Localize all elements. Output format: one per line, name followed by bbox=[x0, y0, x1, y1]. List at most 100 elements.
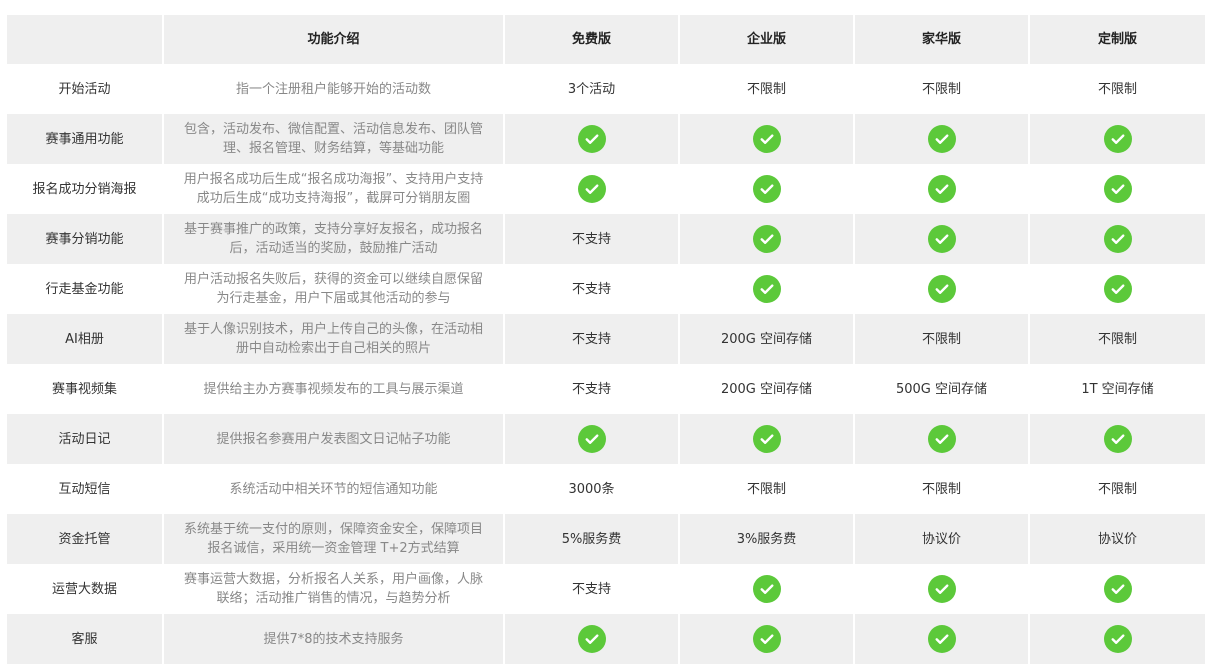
feature-name: 赛事视频集 bbox=[7, 364, 164, 414]
check-icon bbox=[927, 175, 956, 203]
check-icon bbox=[1103, 175, 1132, 203]
feature-name: 活动日记 bbox=[7, 414, 164, 464]
plan-value-cell: 5%服务费 bbox=[505, 514, 680, 564]
plan-included-cell bbox=[1030, 114, 1205, 164]
plan-included-cell bbox=[680, 414, 855, 464]
plan-value-cell: 不限制 bbox=[855, 464, 1030, 514]
check-icon bbox=[1103, 425, 1132, 453]
feature-description: 系统基于统一支付的原则，保障资金安全，保障项目报名诚信，采用统一资金管理 T+2… bbox=[164, 514, 505, 564]
plan-included-cell bbox=[1030, 564, 1205, 614]
plan-included-cell bbox=[680, 264, 855, 314]
plan-value-cell: 1T 空间存储 bbox=[1030, 364, 1205, 414]
feature-description: 赛事运营大数据，分析报名人关系，用户画像，人脉联络；活动推广销售的情况，与趋势分… bbox=[164, 564, 505, 614]
feature-name: 客服 bbox=[7, 614, 164, 664]
feature-name: 赛事通用功能 bbox=[7, 114, 164, 164]
check-icon bbox=[927, 225, 956, 253]
check-icon bbox=[752, 625, 781, 653]
plan-included-cell bbox=[680, 114, 855, 164]
feature-name: 运营大数据 bbox=[7, 564, 164, 614]
plan-included-cell bbox=[680, 564, 855, 614]
plan-included-cell bbox=[505, 114, 680, 164]
plan-value-cell: 不支持 bbox=[505, 564, 680, 614]
header-cell-custom: 定制版 bbox=[1030, 15, 1205, 64]
check-icon bbox=[927, 125, 956, 153]
check-icon bbox=[577, 625, 606, 653]
check-icon bbox=[927, 575, 956, 603]
feature-description: 用户报名成功后生成“报名成功海报”、支持用户支持成功后生成“成功支持海报”，截屏… bbox=[164, 164, 505, 214]
plan-value-cell: 不支持 bbox=[505, 364, 680, 414]
table-grid: 功能介绍 免费版 企业版 家华版 定制版 开始活动 指一个注册租户能够开始的活动数… bbox=[7, 15, 1205, 664]
feature-description: 系统活动中相关环节的短信通知功能 bbox=[164, 464, 505, 514]
plan-value-cell: 协议价 bbox=[1030, 514, 1205, 564]
plan-included-cell bbox=[1030, 414, 1205, 464]
feature-name: 开始活动 bbox=[7, 64, 164, 114]
plan-value-cell: 200G 空间存储 bbox=[680, 364, 855, 414]
plan-included-cell bbox=[1030, 614, 1205, 664]
header-cell-deluxe: 家华版 bbox=[855, 15, 1030, 64]
check-icon bbox=[1103, 625, 1132, 653]
feature-description: 包含，活动发布、微信配置、活动信息发布、团队管理、报名管理、财务结算，等基础功能 bbox=[164, 114, 505, 164]
plan-value-cell: 不限制 bbox=[855, 64, 1030, 114]
check-icon bbox=[927, 625, 956, 653]
feature-name: AI相册 bbox=[7, 314, 164, 364]
plan-value-cell: 不限制 bbox=[1030, 64, 1205, 114]
plan-included-cell bbox=[855, 564, 1030, 614]
feature-name: 行走基金功能 bbox=[7, 264, 164, 314]
plan-value-cell: 200G 空间存储 bbox=[680, 314, 855, 364]
check-icon bbox=[752, 125, 781, 153]
plan-value-cell: 不限制 bbox=[855, 314, 1030, 364]
plan-value-cell: 500G 空间存储 bbox=[855, 364, 1030, 414]
plan-included-cell bbox=[680, 614, 855, 664]
plan-included-cell bbox=[505, 164, 680, 214]
plan-value-cell: 不支持 bbox=[505, 264, 680, 314]
plan-included-cell bbox=[855, 614, 1030, 664]
check-icon bbox=[1103, 125, 1132, 153]
feature-description: 用户活动报名失败后，获得的资金可以继续自愿保留为行走基金，用户下届或其他活动的参… bbox=[164, 264, 505, 314]
plan-value-cell: 不支持 bbox=[505, 214, 680, 264]
header-cell-enterprise: 企业版 bbox=[680, 15, 855, 64]
feature-name: 互动短信 bbox=[7, 464, 164, 514]
plan-included-cell bbox=[855, 114, 1030, 164]
plan-included-cell bbox=[680, 214, 855, 264]
plan-included-cell bbox=[855, 414, 1030, 464]
check-icon bbox=[577, 175, 606, 203]
plan-value-cell: 不限制 bbox=[680, 64, 855, 114]
check-icon bbox=[752, 175, 781, 203]
plan-included-cell bbox=[855, 264, 1030, 314]
feature-description: 指一个注册租户能够开始的活动数 bbox=[164, 64, 505, 114]
plan-included-cell bbox=[505, 614, 680, 664]
plan-value-cell: 协议价 bbox=[855, 514, 1030, 564]
pricing-comparison-table: 功能介绍 免费版 企业版 家华版 定制版 开始活动 指一个注册租户能够开始的活动数… bbox=[7, 15, 1205, 664]
check-icon bbox=[927, 425, 956, 453]
check-icon bbox=[1103, 225, 1132, 253]
check-icon bbox=[752, 575, 781, 603]
plan-included-cell bbox=[680, 164, 855, 214]
plan-included-cell bbox=[855, 214, 1030, 264]
header-cell-blank bbox=[7, 15, 164, 64]
plan-value-cell: 3%服务费 bbox=[680, 514, 855, 564]
plan-value-cell: 不限制 bbox=[1030, 464, 1205, 514]
check-icon bbox=[927, 275, 956, 303]
feature-description: 提供7*8的技术支持服务 bbox=[164, 614, 505, 664]
check-icon bbox=[1103, 275, 1132, 303]
feature-name: 资金托管 bbox=[7, 514, 164, 564]
feature-description: 提供给主办方赛事视频发布的工具与展示渠道 bbox=[164, 364, 505, 414]
header-cell-free: 免费版 bbox=[505, 15, 680, 64]
check-icon bbox=[1103, 575, 1132, 603]
plan-value-cell: 3个活动 bbox=[505, 64, 680, 114]
plan-value-cell: 不限制 bbox=[680, 464, 855, 514]
plan-value-cell: 不支持 bbox=[505, 314, 680, 364]
check-icon bbox=[752, 225, 781, 253]
header-cell-feature-intro: 功能介绍 bbox=[164, 15, 505, 64]
plan-included-cell bbox=[855, 164, 1030, 214]
check-icon bbox=[577, 125, 606, 153]
feature-description: 基于赛事推广的政策，支持分享好友报名，成功报名后，活动适当的奖励，鼓励推广活动 bbox=[164, 214, 505, 264]
plan-value-cell: 3000条 bbox=[505, 464, 680, 514]
feature-name: 赛事分销功能 bbox=[7, 214, 164, 264]
check-icon bbox=[752, 275, 781, 303]
plan-included-cell bbox=[1030, 214, 1205, 264]
feature-name: 报名成功分销海报 bbox=[7, 164, 164, 214]
feature-description: 基于人像识别技术，用户上传自己的头像，在活动相册中自动检索出于自己相关的照片 bbox=[164, 314, 505, 364]
plan-included-cell bbox=[1030, 164, 1205, 214]
check-icon bbox=[752, 425, 781, 453]
